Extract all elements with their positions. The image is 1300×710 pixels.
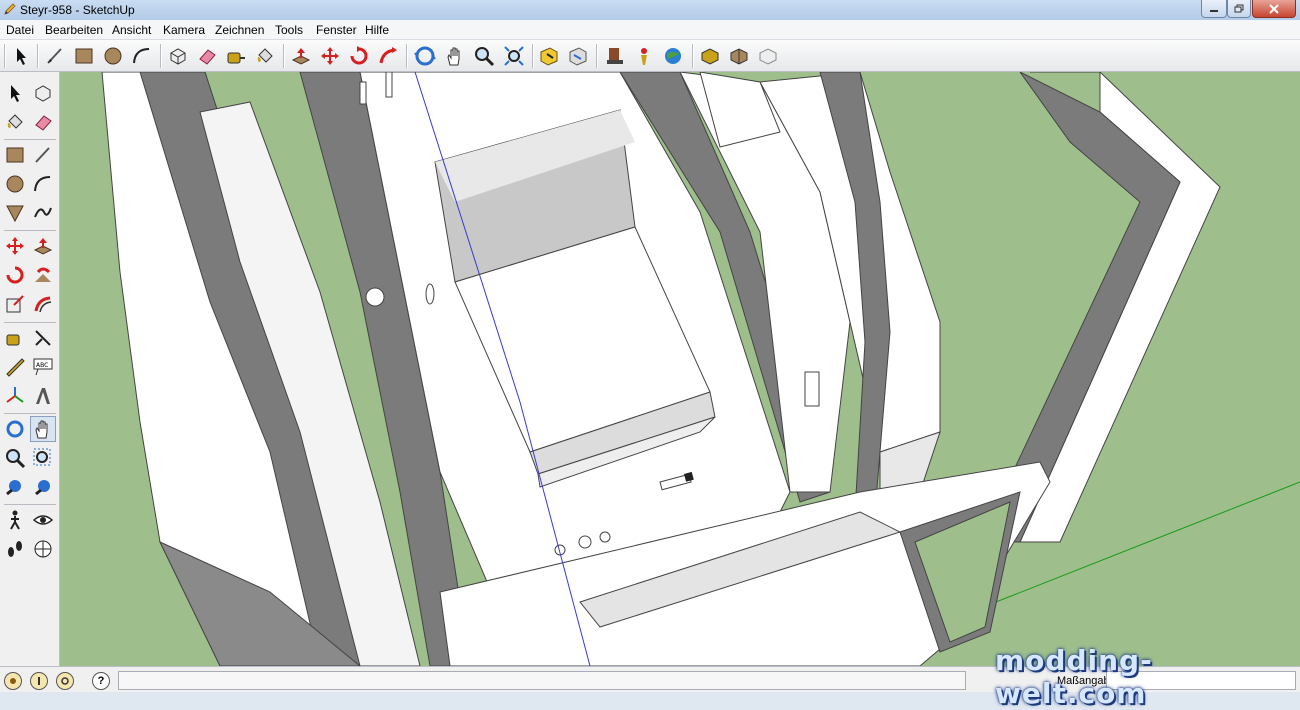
freehand-icon[interactable] [30, 200, 56, 226]
previous-view-icon[interactable] [30, 474, 56, 500]
text-icon[interactable]: ABC [30, 354, 56, 380]
menu-bearbeiten[interactable]: Bearbeiten [45, 23, 103, 37]
walk-icon[interactable] [2, 507, 28, 533]
line-icon[interactable] [30, 142, 56, 168]
rectangle-icon[interactable] [71, 43, 97, 69]
position-camera-icon[interactable] [30, 536, 56, 562]
paint-bucket-icon[interactable] [2, 109, 28, 135]
toggle-terrain-icon[interactable] [726, 43, 752, 69]
make-component-icon[interactable] [30, 80, 56, 106]
zoom-extents-icon[interactable] [2, 474, 28, 500]
component-icon[interactable] [602, 43, 628, 69]
select-icon[interactable] [8, 43, 34, 69]
menu-kamera[interactable]: Kamera [163, 23, 205, 37]
scale-icon[interactable] [2, 291, 28, 317]
follow-me-icon[interactable] [30, 262, 56, 288]
account-icon[interactable] [56, 672, 74, 690]
zoom-icon[interactable] [471, 43, 497, 69]
tape-measure-icon[interactable] [2, 325, 28, 351]
model-scene [60, 72, 1300, 666]
footprints-icon[interactable] [2, 536, 28, 562]
credits-icon[interactable] [30, 672, 48, 690]
arc-icon[interactable] [129, 43, 155, 69]
arc-icon[interactable] [30, 171, 56, 197]
window-title: Steyr-958 - SketchUp [20, 3, 135, 17]
section-icon[interactable] [755, 43, 781, 69]
move-icon[interactable] [2, 233, 28, 259]
geo-location-icon[interactable] [4, 672, 22, 690]
protractor-icon[interactable] [2, 354, 28, 380]
axes-icon[interactable] [2, 383, 28, 409]
paint-bucket-icon[interactable] [252, 43, 278, 69]
dimension-icon[interactable] [30, 325, 56, 351]
3d-text-icon[interactable] [30, 383, 56, 409]
orbit-icon[interactable] [2, 416, 28, 442]
menu-tools[interactable]: Tools [275, 23, 303, 37]
menu-zeichnen[interactable]: Zeichnen [215, 23, 264, 37]
pencil-icon[interactable] [42, 43, 68, 69]
rectangle-icon[interactable] [2, 142, 28, 168]
move-icon[interactable] [317, 43, 343, 69]
menu-ansicht[interactable]: Ansicht [112, 23, 151, 37]
push-pull-icon[interactable] [288, 43, 314, 69]
push-pull-icon[interactable] [30, 233, 56, 259]
menu-datei[interactable]: Datei [6, 23, 34, 37]
help-icon[interactable]: ? [92, 672, 110, 690]
model-viewport[interactable] [60, 72, 1300, 666]
left-toolbar: ABC [0, 72, 60, 666]
select-icon[interactable] [2, 80, 28, 106]
zoom-window-icon[interactable] [30, 445, 56, 471]
warehouse-get-models-icon[interactable] [536, 43, 562, 69]
status-text-field [118, 671, 966, 690]
orbit-icon[interactable] [412, 43, 438, 69]
zoom-extents-icon[interactable] [501, 43, 527, 69]
make-component-icon[interactable] [165, 43, 191, 69]
circle-icon[interactable] [2, 171, 28, 197]
menu-hilfe[interactable]: Hilfe [365, 23, 389, 37]
pan-icon[interactable] [442, 43, 468, 69]
share-model-icon[interactable] [565, 43, 591, 69]
minimize-button[interactable] [1201, 0, 1227, 18]
offset-icon[interactable] [30, 291, 56, 317]
rotate-icon[interactable] [2, 262, 28, 288]
photo-textures-icon[interactable] [697, 43, 723, 69]
look-around-icon[interactable] [30, 507, 56, 533]
close-button[interactable] [1252, 0, 1296, 18]
minimize-icon [1210, 9, 1218, 12]
watermark-logo: modding-welt.com [995, 644, 1153, 710]
rotate-icon[interactable] [346, 43, 372, 69]
circle-icon[interactable] [100, 43, 126, 69]
menu-fenster[interactable]: Fenster [316, 23, 357, 37]
svg-text:ABC: ABC [36, 362, 48, 369]
eraser-icon[interactable] [194, 43, 220, 69]
restore-button[interactable] [1227, 0, 1251, 18]
main-toolbar [0, 40, 1300, 72]
extension-icon[interactable] [631, 43, 657, 69]
pan-icon[interactable] [30, 416, 56, 442]
tape-measure-icon[interactable] [223, 43, 249, 69]
zoom-icon[interactable] [2, 445, 28, 471]
sketchup-pencil-icon [4, 3, 16, 15]
title-bar: Steyr-958 - SketchUp [0, 0, 1300, 20]
menu-bar: Datei Bearbeiten Ansicht Kamera Zeichnen… [0, 20, 1300, 40]
eraser-icon[interactable] [30, 109, 56, 135]
polygon-icon[interactable] [2, 200, 28, 226]
close-icon [1269, 3, 1279, 14]
google-earth-icon[interactable] [660, 43, 686, 69]
restore-icon [1234, 4, 1244, 13]
follow-me-icon[interactable] [375, 43, 401, 69]
